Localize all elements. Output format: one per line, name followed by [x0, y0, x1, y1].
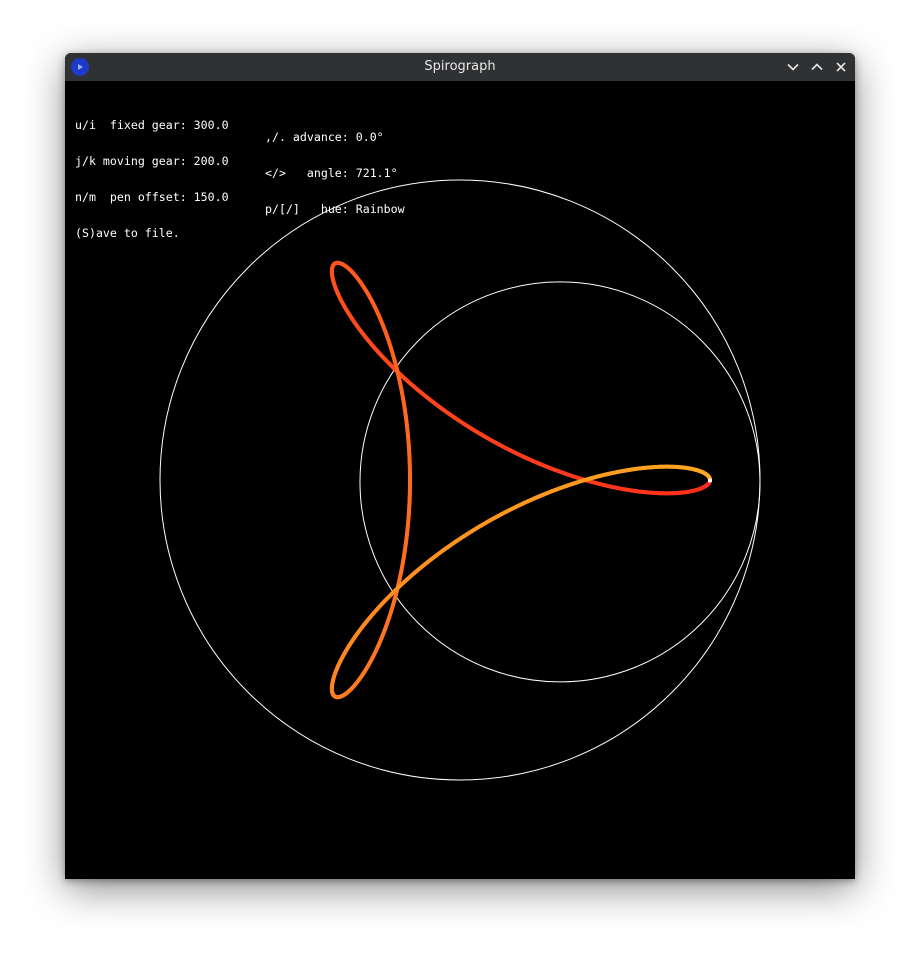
- angle-readout: </> angle: 721.1°: [265, 166, 398, 180]
- moving-gear-circle: [359, 281, 761, 683]
- window-title: Spirograph: [424, 59, 496, 74]
- advance-readout: ,/. advance: 0.0°: [265, 130, 384, 144]
- hud-row: j/k moving gear: 200.0 </> angle: 721.1°: [75, 143, 398, 179]
- hud-row: u/i fixed gear: 300.0 ,/. advance: 0.0°: [75, 107, 384, 143]
- maximize-icon[interactable]: [807, 57, 827, 77]
- hud-row: n/m pen offset: 150.0 p/[/] hue: Rainbow: [75, 179, 405, 215]
- close-icon[interactable]: [831, 57, 851, 77]
- title-bar[interactable]: Spirograph: [65, 53, 855, 81]
- moving-gear-readout: j/k moving gear: 200.0: [75, 154, 229, 168]
- spirograph-curve: [329, 260, 712, 700]
- hud-row: (S)ave to file.: [75, 215, 180, 239]
- fixed-gear-circle: [159, 179, 761, 781]
- hud-overlay: u/i fixed gear: 300.0 ,/. advance: 0.0° …: [75, 83, 405, 251]
- minimize-icon[interactable]: [783, 57, 803, 77]
- save-hint: (S)ave to file.: [75, 226, 180, 240]
- pen-point: [707, 478, 712, 483]
- hue-readout: p/[/] hue: Rainbow: [265, 202, 405, 216]
- spirograph-window: Spirograph u/i fixed gear: 300.0 ,/. adv…: [65, 53, 855, 879]
- pen-offset-readout: n/m pen offset: 150.0: [75, 190, 229, 204]
- fixed-gear-readout: u/i fixed gear: 300.0: [75, 118, 229, 132]
